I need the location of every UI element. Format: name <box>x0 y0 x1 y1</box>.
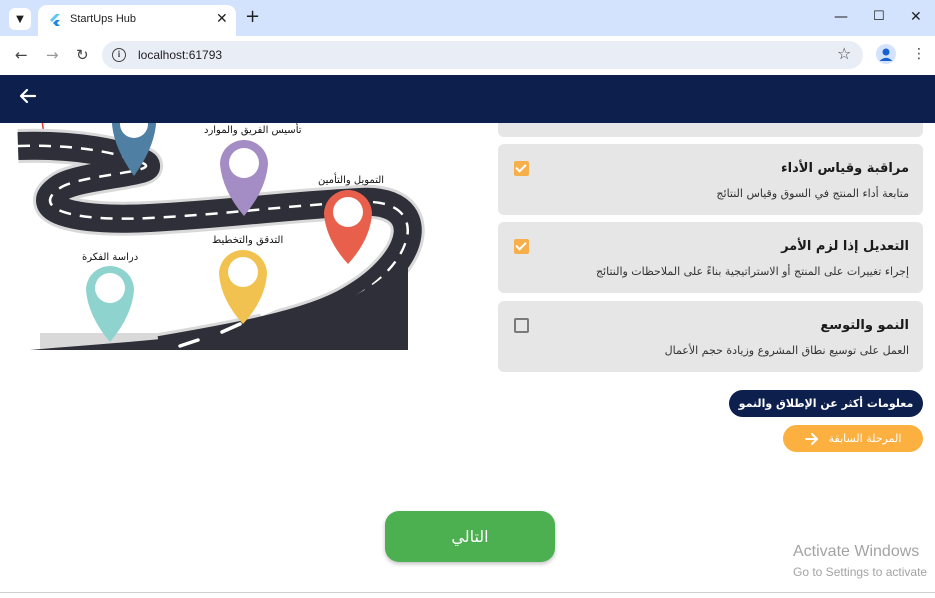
label-funding: التمويل والتأمين <box>318 175 385 186</box>
activate-windows-subtitle: Go to Settings to activate <box>793 565 928 579</box>
card-title: النمو والتوسع <box>820 318 909 333</box>
checkbox-checked-icon[interactable] <box>514 161 529 176</box>
back-arrow-icon[interactable] <box>17 85 39 107</box>
bottom-divider <box>0 592 935 593</box>
more-info-label: معلومات أكثر عن الإطلاق والنمو <box>738 397 914 410</box>
pin-red <box>324 190 372 264</box>
window-close-icon[interactable]: ✕ <box>910 8 922 26</box>
previous-stage-button[interactable]: المرحلة السابقة <box>783 425 923 452</box>
maximize-icon[interactable]: ☐ <box>873 8 885 26</box>
checklist-card[interactable]: مراقبة وقياس الأداء متابعة أداء المنتج ف… <box>498 144 923 215</box>
tab-search-chevron-icon[interactable]: ▼ <box>9 8 31 30</box>
flutter-icon <box>50 14 60 26</box>
forward-nav-icon[interactable]: → <box>46 46 59 64</box>
url-text[interactable]: localhost:61793 <box>138 48 222 62</box>
new-tab-icon[interactable]: + <box>245 8 260 26</box>
address-bar[interactable]: i localhost:61793 ☆ <box>102 41 863 69</box>
app-bar <box>0 75 935 123</box>
profile-avatar-icon[interactable] <box>876 44 896 64</box>
browser-menu-icon[interactable]: ⋮ <box>912 46 926 62</box>
bookmark-star-icon[interactable]: ☆ <box>837 44 851 63</box>
checklist-card[interactable]: النمو والتوسع العمل على توسيع نطاق المشر… <box>498 301 923 372</box>
card-title: التعديل إذا لزم الأمر <box>781 239 909 254</box>
label-planning: التدقق والتخطيط <box>212 235 284 246</box>
card-title: مراقبة وقياس الأداء <box>781 161 909 176</box>
site-info-icon[interactable]: i <box>112 48 126 62</box>
next-button[interactable]: التالي <box>385 511 555 562</box>
arrow-right-icon <box>804 432 818 445</box>
label-idea-study: دراسة الفكرة <box>82 252 139 263</box>
tab-strip: ▼ StartUps Hub ✕ + — ☐ ✕ <box>0 0 935 36</box>
activate-windows-title: Activate Windows <box>793 543 920 560</box>
next-label: التالي <box>451 527 489 546</box>
checklist-card[interactable]: التعديل إذا لزم الأمر إجراء تغييرات على … <box>498 222 923 293</box>
back-nav-icon[interactable]: ← <box>15 46 28 64</box>
minimize-icon[interactable]: — <box>834 8 848 26</box>
pin-yellow <box>219 250 267 324</box>
roadmap-illustration: تأسيس الفريق والموارد التمويل والتأمين ا… <box>0 102 470 367</box>
browser-window: ▼ StartUps Hub ✕ + — ☐ ✕ ← → ↻ i localho… <box>0 0 935 598</box>
road-graphic <box>17 102 425 367</box>
tab-title: StartUps Hub <box>70 13 137 25</box>
card-description: العمل على توسيع نطاق المشروع وزيادة حجم … <box>664 344 909 357</box>
more-info-button[interactable]: معلومات أكثر عن الإطلاق والنمو <box>729 390 923 417</box>
card-description: إجراء تغييرات على المنتج أو الاستراتيجية… <box>595 265 909 278</box>
checkbox-checked-icon[interactable] <box>514 239 529 254</box>
tab-close-icon[interactable]: ✕ <box>216 11 228 27</box>
previous-stage-label: المرحلة السابقة <box>828 432 902 445</box>
checkbox-unchecked-icon[interactable] <box>514 318 529 333</box>
reload-icon[interactable]: ↻ <box>76 46 89 64</box>
card-description: متابعة أداء المنتج في السوق وقياس النتائ… <box>716 187 909 200</box>
pin-teal <box>86 266 134 342</box>
browser-tab[interactable]: StartUps Hub ✕ <box>38 5 236 36</box>
person-icon <box>879 48 893 61</box>
label-team-resources: تأسيس الفريق والموارد <box>204 125 302 136</box>
browser-toolbar: ← → ↻ i localhost:61793 ☆ ⋮ <box>0 36 935 75</box>
